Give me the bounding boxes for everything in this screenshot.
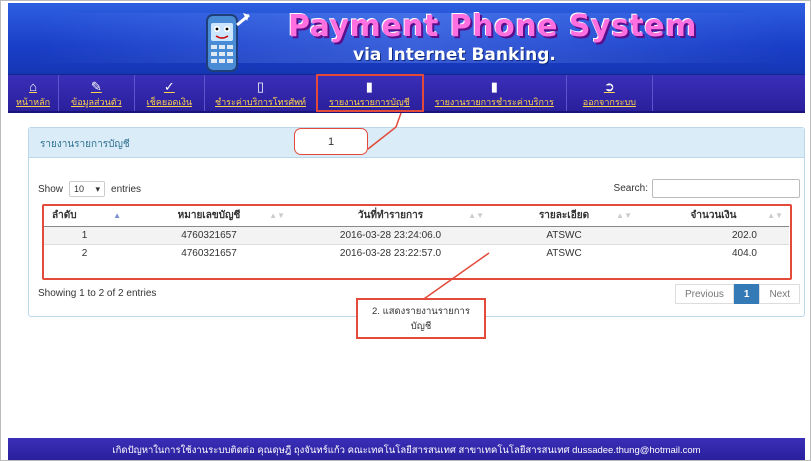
main-nav: ⌂ หน้าหลัก ✎ ข้อมูลส่วนตัว ✓ เช็คยอดเงิน… [8, 74, 805, 113]
footer: เกิดปัญหาในการใช้งานระบบติดต่อ คุณดุษฎี … [8, 438, 805, 460]
phone-icon: ▯ [256, 79, 265, 94]
nav-item-label: ข้อมูลส่วนตัว [71, 97, 122, 107]
nav-item-home[interactable]: ⌂ หน้าหลัก [8, 75, 60, 111]
search-label: Search: [613, 183, 648, 194]
entries-select[interactable]: 10 ▾ [69, 181, 106, 197]
callout-2: 2. แสดงรายงานรายการ บัญชี [356, 298, 486, 339]
panel-title: รายงานรายการบัญชี [29, 128, 804, 158]
page-1-button[interactable]: 1 [733, 284, 760, 304]
document-icon: ▮ [365, 79, 373, 94]
nav-item-profile[interactable]: ✎ ข้อมูลส่วนตัว [59, 75, 135, 111]
nav-item-label: ชำระค่าบริการโทรศัพท์ [215, 97, 306, 107]
search-control: Search: [614, 179, 800, 198]
nav-item-account-report[interactable]: ▮ รายงานรายการบัญชี [315, 74, 424, 112]
nav-item-logout[interactable]: ➲ ออกจากระบบ [567, 75, 653, 111]
app-subtitle: via Internet Banking. [353, 45, 556, 65]
nav-item-label: รายงานรายการชำระค่าบริการ [434, 97, 554, 107]
check-icon: ✓ [163, 79, 175, 94]
phone-mascot-logo [206, 13, 250, 72]
pagination: Previous 1 Next [674, 284, 800, 304]
nav-item-check-balance[interactable]: ✓ เช็คยอดเงิน [135, 75, 206, 111]
table-highlight-box [42, 204, 792, 280]
nav-item-payment-report[interactable]: ▮ รายงานรายการชำระค่าบริการ [423, 75, 567, 111]
callout-2-line1: 2. แสดงรายงานรายการ [372, 306, 470, 317]
logout-icon: ➲ [603, 79, 615, 94]
nav-item-pay-phone[interactable]: ▯ ชำระค่าบริการโทรศัพท์ [205, 75, 317, 111]
previous-button[interactable]: Previous [674, 284, 734, 304]
callout-1: 1 [294, 128, 368, 155]
entries-value: 10 [74, 184, 85, 194]
home-icon: ⌂ [29, 79, 37, 94]
header-banner: Payment Phone System via Internet Bankin… [8, 3, 805, 75]
show-label: Show [38, 183, 64, 195]
callout-2-line2: บัญชี [410, 321, 432, 332]
app-title: Payment Phone System [288, 9, 697, 44]
entries-label: entries [111, 183, 142, 195]
chevron-down-icon: ▾ [95, 184, 101, 194]
nav-item-label: รายงานรายการบัญชี [328, 97, 410, 107]
nav-item-label: เช็คยอดเงิน [146, 97, 193, 107]
document-icon: ▮ [490, 79, 498, 94]
nav-item-label: ออกจากระบบ [582, 97, 636, 107]
nav-item-label: หน้าหลัก [16, 97, 51, 107]
account-report-panel: รายงานรายการบัญชี Show 10 ▾ entries Sear… [28, 127, 805, 317]
app-window: Payment Phone System via Internet Bankin… [0, 0, 811, 461]
edit-icon: ✎ [90, 79, 102, 94]
next-button[interactable]: Next [759, 284, 800, 304]
table-info: Showing 1 to 2 of 2 entries [38, 288, 157, 299]
length-control: Show 10 ▾ entries [38, 181, 141, 197]
search-input[interactable] [652, 179, 800, 198]
